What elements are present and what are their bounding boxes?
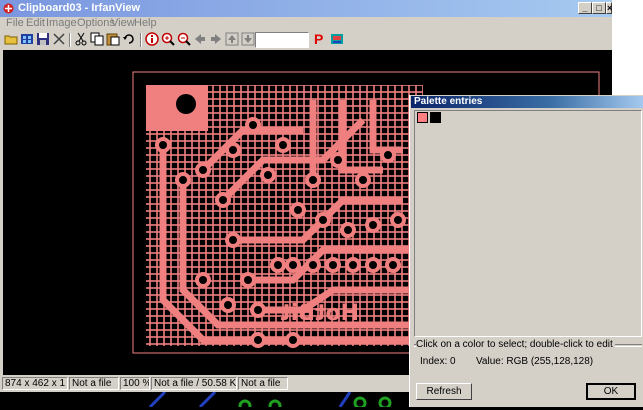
prev-icon[interactable]	[193, 32, 207, 46]
minimize-button[interactable]: _	[578, 2, 592, 14]
ok-button[interactable]: OK	[586, 383, 636, 400]
menu-options[interactable]: Options	[77, 17, 115, 30]
refresh-button[interactable]: Refresh	[416, 383, 472, 400]
print-icon[interactable]: P	[314, 32, 328, 46]
open-icon[interactable]	[4, 32, 18, 46]
menu-file[interactable]: File	[6, 17, 24, 30]
status-date: Not a file	[238, 377, 288, 390]
palette-grid	[414, 110, 642, 337]
copy-icon[interactable]	[90, 32, 104, 46]
zoom-out-icon[interactable]	[177, 32, 191, 46]
last-icon[interactable]	[241, 32, 255, 46]
save-icon[interactable]	[36, 32, 50, 46]
menu-help[interactable]: Help	[134, 17, 157, 30]
window-title: Clipboard03 - IrfanView	[18, 2, 141, 14]
undo-icon[interactable]	[122, 32, 136, 46]
palette-hint: Click on a color to select; double-click…	[416, 339, 615, 350]
settings-icon[interactable]	[330, 32, 344, 46]
dialog-title[interactable]: Palette entries	[411, 96, 643, 108]
menu-bar: File Edit Image Options View Help	[0, 17, 612, 30]
cut-icon[interactable]	[74, 32, 88, 46]
delete-icon[interactable]	[52, 32, 66, 46]
zoom-input[interactable]	[255, 32, 309, 48]
info-icon[interactable]	[145, 32, 159, 46]
palette-entries-dialog: Palette entries Click on a color to sele…	[409, 95, 643, 407]
next-icon[interactable]	[209, 32, 223, 46]
palette-swatch-0[interactable]	[417, 112, 428, 123]
thumbnails-icon[interactable]	[20, 32, 34, 46]
status-zoom: 100 %	[120, 377, 150, 390]
menu-edit[interactable]: Edit	[26, 17, 45, 30]
status-file-index: Not a file	[69, 377, 119, 390]
title-bar[interactable]: Clipboard03 - IrfanView _ □ ×	[0, 0, 612, 17]
status-file-size: Not a file / 50.58 KB	[151, 377, 237, 390]
zoom-in-icon[interactable]	[161, 32, 175, 46]
palette-index-label: Index: 0	[420, 356, 456, 367]
palette-swatch-1[interactable]	[430, 112, 441, 123]
first-icon[interactable]	[225, 32, 239, 46]
menu-view[interactable]: View	[111, 17, 135, 30]
board-label: HotBit	[280, 301, 359, 326]
maximize-button[interactable]: □	[592, 2, 606, 14]
irfanview-app-icon	[2, 2, 15, 15]
palette-value-label: Value: RGB (255,128,128)	[476, 356, 594, 367]
status-dimensions: 874 x 462 x 1 BPP	[2, 377, 68, 390]
menu-image[interactable]: Image	[46, 17, 77, 30]
paste-icon[interactable]	[106, 32, 120, 46]
